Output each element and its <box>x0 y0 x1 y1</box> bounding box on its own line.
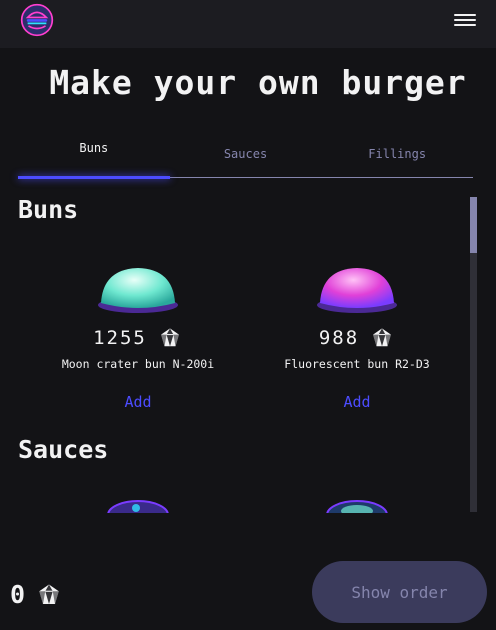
page-title: Make your own burger <box>49 63 467 102</box>
ingredient-card[interactable]: 988 Fluorescent bun R2-D3 Add <box>257 263 457 411</box>
price-value: 988 <box>318 327 360 349</box>
crystal-currency-icon <box>369 327 395 349</box>
crystal-currency-icon <box>35 583 63 607</box>
ingredient-name: Fluorescent bun R2-D3 <box>284 357 430 371</box>
sauce-image <box>107 500 169 513</box>
section-title-sauces: Sauces <box>18 435 109 464</box>
price: 1255 <box>38 327 238 349</box>
price-value: 1255 <box>93 327 147 349</box>
tab-sauces[interactable]: Sauces <box>170 132 322 177</box>
scrollbar[interactable] <box>470 197 477 512</box>
add-button[interactable]: Add <box>343 393 370 411</box>
fluorescent-bun-image <box>317 268 397 313</box>
ingredient-tabs: Buns Sauces Fillings <box>18 132 473 179</box>
crystal-currency-icon <box>157 327 183 349</box>
app-header <box>0 0 496 48</box>
tab-fillings[interactable]: Fillings <box>321 132 473 177</box>
ingredient-card[interactable]: 1255 Moon crater bun N-200i Add <box>38 263 238 411</box>
total-value: 0 <box>10 580 26 609</box>
scrollbar-thumb[interactable] <box>470 197 477 253</box>
order-total: 0 <box>10 580 63 609</box>
tab-buns[interactable]: Buns <box>18 132 170 179</box>
ingredients-list[interactable]: Buns 1255 Moon crater bun N-200i Add 988… <box>0 195 480 513</box>
hamburger-menu-icon[interactable] <box>454 12 476 28</box>
sauce-image <box>326 500 388 513</box>
burger-logo-icon[interactable] <box>20 3 54 37</box>
show-order-button[interactable]: Show order <box>312 561 487 623</box>
ingredient-name: Moon crater bun N-200i <box>61 357 215 371</box>
section-title-buns: Buns <box>18 195 79 224</box>
add-button[interactable]: Add <box>124 393 151 411</box>
price: 988 <box>257 327 457 349</box>
moon-crater-bun-image <box>98 268 178 313</box>
